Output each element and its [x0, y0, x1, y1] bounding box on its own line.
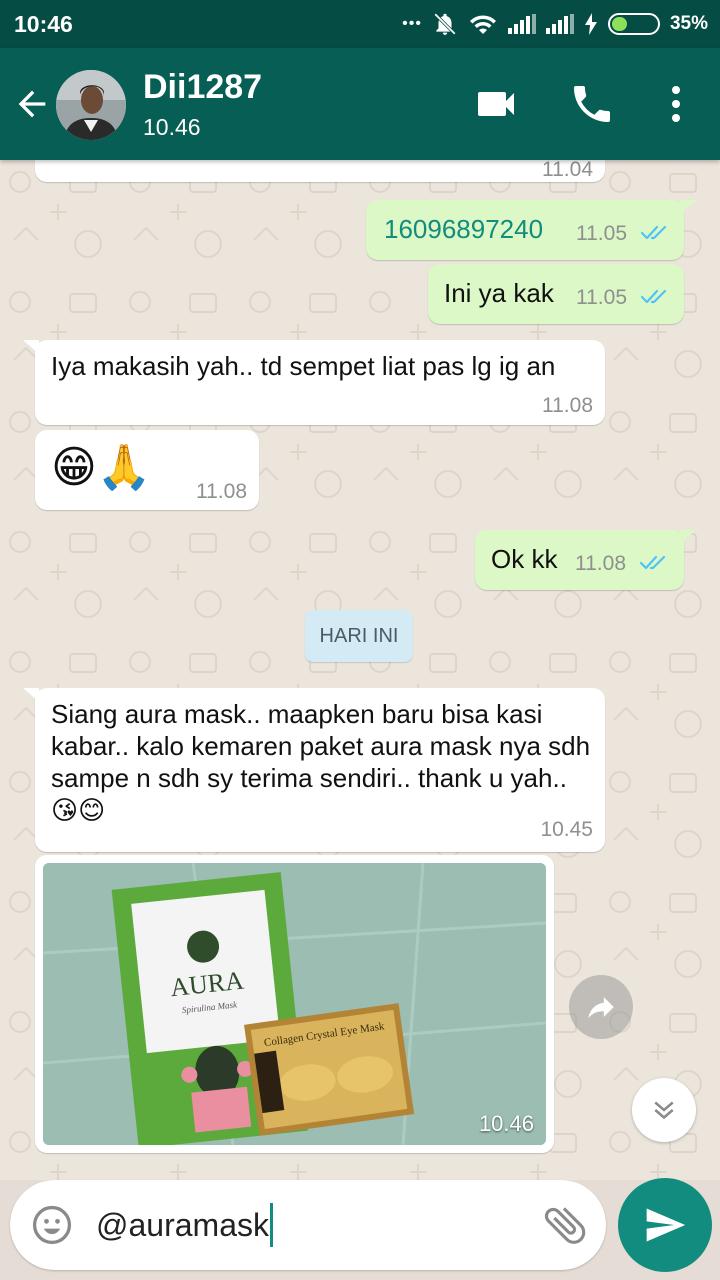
emoji-icon[interactable] [30, 1203, 74, 1247]
bubble-tail [23, 340, 39, 354]
text-caret [269, 1203, 273, 1247]
message-time: 11.05 [576, 222, 627, 245]
bubble-tail [680, 200, 696, 214]
message-text: Iya makasih yah.. td sempet liat pas lg … [51, 351, 556, 381]
message-text: Ini ya kak [444, 278, 554, 308]
day-separator: HARI INI [305, 610, 413, 662]
phone-number-link[interactable]: 16096897240 [384, 213, 543, 246]
notification-dots: ••• [402, 15, 422, 32]
emoji-message: 😁🙏 [51, 443, 152, 492]
charging-icon [584, 13, 597, 35]
more-vert-icon[interactable] [652, 80, 700, 128]
message-bubble-partial[interactable]: 11.04 [35, 160, 605, 182]
message-text: Siang aura mask.. maapken baru bisa kasi… [51, 699, 598, 825]
status-icons: ••• 35% [402, 10, 708, 38]
avatar[interactable] [56, 70, 126, 140]
message-time: 11.05 [576, 286, 627, 309]
chat-area[interactable]: 11.04 16096897240 11.05 Ini ya kak 11.05… [0, 160, 720, 1180]
wifi-icon [469, 15, 496, 34]
battery-fill [611, 17, 627, 31]
battery-percent: 35% [669, 13, 708, 34]
message-bubble-out[interactable]: Ini ya kak 11.05 [428, 264, 684, 324]
status-time: 10:46 [14, 11, 73, 37]
phone-icon[interactable] [568, 80, 616, 128]
message-bubble-in[interactable]: Siang aura mask.. maapken baru bisa kasi… [23, 688, 605, 852]
read-ticks-icon [639, 555, 666, 570]
back-arrow-icon[interactable] [12, 84, 52, 124]
message-time: 10.46 [478, 1111, 534, 1136]
photo-attachment[interactable]: AURA Spirulina Mask Collagen Crystal Eye… [43, 863, 546, 1145]
message-time: 10.45 [540, 818, 593, 841]
message-input-value: @auramask [96, 1206, 269, 1243]
bubble-tail [23, 688, 39, 702]
send-button[interactable] [618, 1178, 712, 1272]
message-time: 11.08 [542, 394, 593, 417]
attach-icon[interactable] [540, 1200, 590, 1250]
message-text: Ok kk [491, 544, 558, 574]
signal-icon-2 [545, 14, 574, 34]
message-time: 11.08 [575, 552, 626, 575]
mute-icon [434, 13, 456, 35]
message-time: 11.04 [542, 160, 593, 181]
photo-content: AURA Spirulina Mask Collagen Crystal Eye… [43, 863, 546, 1145]
message-time: 11.08 [196, 480, 247, 503]
signal-icon [507, 14, 536, 34]
message-bubble-out[interactable]: Ok kk 11.08 [475, 530, 696, 590]
composer: @auramask [10, 1180, 606, 1270]
battery-icon [607, 13, 660, 35]
bubble-tail [680, 530, 696, 544]
forward-icon [588, 997, 614, 1019]
double-chevron-down-icon [654, 1101, 674, 1120]
status-bar: 10:46 ••• 35% [0, 0, 720, 48]
message-bubble-in[interactable]: Iya makasih yah.. td sempet liat pas lg … [23, 340, 605, 425]
contact-name[interactable]: Dii1287 [143, 68, 262, 107]
scroll-to-bottom-button[interactable] [632, 1078, 696, 1142]
video-call-icon[interactable] [472, 80, 520, 128]
read-ticks-icon [640, 225, 667, 240]
message-bubble-out[interactable]: 16096897240 11.05 [366, 200, 696, 260]
forward-button[interactable] [569, 975, 633, 1039]
message-input[interactable]: @auramask [96, 1200, 516, 1250]
message-bubble-in[interactable]: 😁🙏 11.08 [35, 430, 259, 510]
chat-header: Dii1287 10.46 [0, 48, 720, 160]
read-ticks-icon [640, 289, 667, 304]
contact-last-seen: 10.46 [143, 114, 201, 140]
send-icon [646, 1208, 686, 1242]
